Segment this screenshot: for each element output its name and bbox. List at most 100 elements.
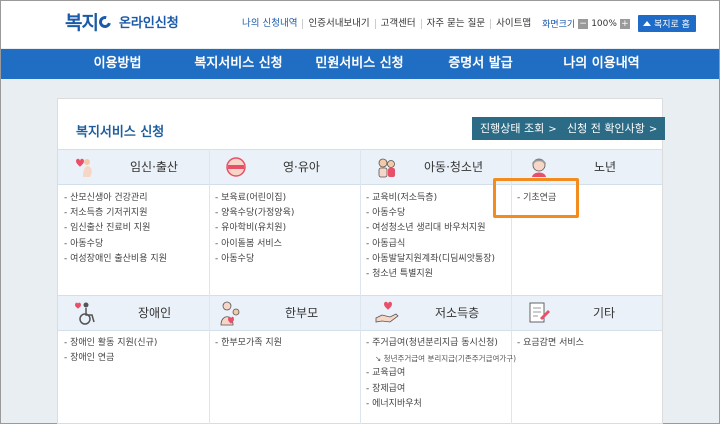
service-link[interactable]: - 교육급여 bbox=[366, 366, 516, 381]
pre-check-button[interactable]: 신청 전 확인사항 > bbox=[559, 117, 666, 140]
util-link-sitemap[interactable]: 사이트맵 bbox=[490, 18, 536, 29]
service-link-text: 장애인 활동 지원(신규) bbox=[70, 338, 158, 348]
service-link-text: 한부모가족 지원 bbox=[221, 338, 282, 348]
service-link[interactable]: - 장제급여 bbox=[366, 382, 516, 397]
service-link[interactable]: - 보육료(어린이집) bbox=[215, 191, 294, 206]
home-icon bbox=[642, 21, 651, 26]
service-link[interactable]: - 양육수당(가정양육) bbox=[215, 206, 294, 221]
wheelchair-icon bbox=[75, 302, 95, 325]
low-income-icon bbox=[375, 301, 399, 323]
service-link-text: 보육료(어린이집) bbox=[221, 193, 287, 203]
service-link-text: 청소년 특별지원 bbox=[372, 269, 433, 280]
service-link-text: 유아학비(유치원) bbox=[221, 223, 287, 234]
zoom-label: 화면크기 bbox=[542, 20, 576, 30]
zoom-in-button[interactable]: + bbox=[619, 18, 630, 29]
util-link-faq[interactable]: 자주 묻는 질문 bbox=[420, 18, 490, 29]
service-link-text: 아이돌봄 서비스 bbox=[221, 238, 282, 249]
service-link[interactable]: - 아동급식 bbox=[366, 237, 495, 252]
service-link[interactable]: - 교육비(저소득층) bbox=[366, 191, 495, 206]
zoom-value: 100% bbox=[591, 18, 617, 29]
service-link-text: 교육급여 bbox=[372, 368, 406, 379]
divider bbox=[360, 149, 361, 295]
service-link[interactable]: - 임신출산 진료비 지원 bbox=[64, 221, 167, 236]
service-link-text: 주거급여(청년분리지급 동시신청) bbox=[372, 338, 498, 348]
category-label: 영·유아 bbox=[283, 160, 320, 174]
main-nav: 이용방법 복지서비스 신청 민원서비스 신청 증명서 발급 나의 이용내역 bbox=[1, 49, 719, 79]
service-link-text: 여성장애인 출산비용 지원 bbox=[70, 253, 167, 264]
service-link[interactable]: - 청소년 특별지원 bbox=[366, 267, 495, 282]
divider bbox=[209, 149, 210, 295]
pre-check-label: 신청 전 확인사항 bbox=[567, 122, 645, 135]
service-link[interactable]: - 장애인 연금 bbox=[64, 351, 157, 366]
service-link[interactable]: - 아동수당 bbox=[64, 237, 167, 252]
single-parent-icon bbox=[220, 301, 240, 326]
service-link-text: 에너지바우처 bbox=[372, 398, 422, 409]
zoom-control: 화면크기 − 100% + bbox=[542, 17, 630, 30]
service-link[interactable]: - 요금감면 서비스 bbox=[517, 336, 584, 351]
category-label: 저소득층 bbox=[435, 306, 480, 320]
divider bbox=[511, 149, 512, 295]
welfare-service-panel: 복지서비스 신청 진행상태 조회 > 신청 전 확인사항 > 임신·출산 영·유아 … bbox=[57, 98, 666, 424]
service-link[interactable]: - 아동발달지원계좌(디딤씨앗통장) bbox=[366, 252, 495, 267]
service-link-text: 아동수당 bbox=[70, 238, 104, 249]
category-list-infant: - 보육료(어린이집) - 양육수당(가정양육) - 유아학비(유치원) - 아… bbox=[215, 191, 294, 267]
service-link-text: 교육비(저소득층) bbox=[372, 193, 438, 203]
category-label: 아동·청소년 bbox=[424, 160, 484, 174]
bokjiro-home-button[interactable]: 복지로 홈 bbox=[637, 15, 696, 32]
service-link-text: 아동발달지원계좌(디딤씨앗통장) bbox=[372, 253, 496, 264]
category-list-youth: - 교육비(저소득층) - 아동수당 - 여성청소년 생리대 바우처지원 - 아… bbox=[366, 191, 495, 282]
site-header: 복지 온라인신청 나의 신청내역 인증서내보내기 고객센터 자주 묻는 질문 사… bbox=[1, 1, 719, 48]
service-sub-link-text: 청년주거급여 분리지급(기존주거급여가구) bbox=[383, 354, 517, 364]
util-link-my-applications[interactable]: 나의 신청내역 bbox=[237, 18, 302, 29]
status-inquiry-button[interactable]: 진행상태 조회 > bbox=[472, 117, 565, 140]
category-label: 임신·출산 bbox=[130, 160, 178, 174]
logo-subtitle: 온라인신청 bbox=[118, 16, 179, 31]
service-link[interactable]: - 아이돌봄 서비스 bbox=[215, 237, 294, 252]
divider bbox=[209, 295, 210, 424]
category-label: 노년 bbox=[594, 160, 617, 174]
service-link[interactable]: - 여성장애인 출산비용 지원 bbox=[64, 252, 167, 267]
service-link[interactable]: - 에너지바우처 bbox=[366, 397, 516, 412]
nav-civil-service-application[interactable]: 민원서비스 신청 bbox=[299, 49, 420, 79]
service-link[interactable]: - 주거급여(청년분리지급 동시신청) bbox=[366, 336, 516, 351]
service-link[interactable]: - 장애인 활동 지원(신규) bbox=[64, 336, 157, 351]
nav-certificate-issuance[interactable]: 증명서 발급 bbox=[420, 49, 541, 79]
service-link[interactable]: - 여성청소년 생리대 바우처지원 bbox=[366, 221, 495, 236]
utility-menu: 나의 신청내역 인증서내보내기 고객센터 자주 묻는 질문 사이트맵 화면크기 … bbox=[237, 15, 696, 32]
document-icon bbox=[529, 302, 550, 323]
logo-text: 복지 bbox=[65, 12, 99, 34]
service-link[interactable]: - 저소득층 기저귀지원 bbox=[64, 206, 167, 221]
highlight-box bbox=[493, 178, 579, 218]
nav-welfare-service-application[interactable]: 복지서비스 신청 bbox=[178, 49, 299, 79]
site-logo[interactable]: 복지 온라인신청 bbox=[65, 8, 179, 35]
category-label: 장애인 bbox=[138, 306, 172, 320]
zoom-out-button[interactable]: − bbox=[578, 18, 589, 29]
util-link-customer-center[interactable]: 고객센터 bbox=[374, 18, 421, 29]
category-list-pregnancy: - 산모신생아 건강관리 - 저소득층 기저귀지원 - 임신출산 진료비 지원 … bbox=[64, 191, 167, 267]
category-list-single-parent: - 한부모가족 지원 bbox=[215, 336, 282, 351]
service-link[interactable]: - 산모신생아 건강관리 bbox=[64, 191, 167, 206]
service-link-text: 요금감면 서비스 bbox=[523, 338, 584, 348]
service-link[interactable]: - 아동수당 bbox=[366, 206, 495, 221]
divider bbox=[360, 295, 361, 424]
service-sub-link[interactable]: ↘ 청년주거급여 분리지급(기존주거급여가구) bbox=[366, 351, 516, 366]
elderly-icon bbox=[532, 158, 546, 177]
home-button-label: 복지로 홈 bbox=[653, 20, 690, 30]
util-link-export-certificate[interactable]: 인증서내보내기 bbox=[302, 18, 374, 29]
category-list-other: - 요금감면 서비스 bbox=[517, 336, 584, 351]
service-link[interactable]: - 유아학비(유치원) bbox=[215, 221, 294, 236]
service-link-text: 산모신생아 건강관리 bbox=[70, 193, 148, 203]
service-link-text: 아동급식 bbox=[372, 238, 406, 249]
service-link-text: 아동수당 bbox=[221, 253, 255, 264]
category-label: 한부모 bbox=[285, 306, 319, 320]
nav-how-to-use[interactable]: 이용방법 bbox=[57, 49, 178, 79]
chevron-right-icon: > bbox=[648, 124, 658, 135]
service-link-text: 여성청소년 생리대 바우처지원 bbox=[372, 223, 486, 234]
service-link[interactable]: - 아동수당 bbox=[215, 252, 294, 267]
service-link[interactable]: - 한부모가족 지원 bbox=[215, 336, 282, 351]
category-list-disabled: - 장애인 활동 지원(신규) - 장애인 연금 bbox=[64, 336, 157, 366]
children-icon bbox=[378, 158, 395, 178]
logo-swoosh-icon bbox=[96, 13, 114, 30]
nav-my-usage-history[interactable]: 나의 이용내역 bbox=[541, 49, 662, 79]
service-link-text: 저소득층 기저귀지원 bbox=[70, 208, 148, 219]
